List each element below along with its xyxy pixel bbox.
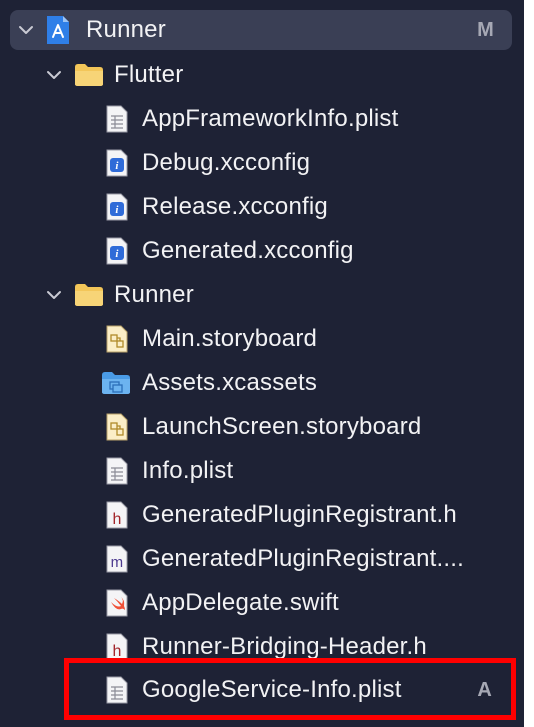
folder-icon <box>74 280 104 310</box>
file-row[interactable]: Assets.xcassets <box>0 363 524 403</box>
file-row[interactable]: AppDelegate.swift <box>0 583 524 623</box>
group-runner[interactable]: Runner <box>0 275 524 315</box>
folder-icon <box>74 60 104 90</box>
storyboard-file-icon <box>103 412 131 442</box>
xcconfig-file-icon: i <box>103 192 131 222</box>
storyboard-file-icon <box>103 324 131 354</box>
file-label: AppFrameworkInfo.plist <box>142 105 399 132</box>
file-label: Assets.xcassets <box>142 369 318 396</box>
header-file-icon: h <box>103 500 131 530</box>
project-root-label: Runner <box>86 16 166 43</box>
xcconfig-file-icon: i <box>103 148 131 178</box>
source-control-status-badge: M <box>477 18 494 41</box>
file-row[interactable]: AppFrameworkInfo.plist <box>0 99 524 139</box>
file-label: Runner-Bridging-Header.h <box>142 633 427 660</box>
group-flutter[interactable]: Flutter <box>0 55 524 95</box>
project-navigator: Runner M Flutter AppFrameworkInfo.plist … <box>0 0 534 727</box>
highlight-annotation <box>64 658 516 720</box>
plist-file-icon <box>103 456 131 486</box>
plist-file-icon <box>103 104 131 134</box>
file-row[interactable]: i Release.xcconfig <box>0 187 524 227</box>
chevron-down-icon[interactable] <box>44 285 64 305</box>
file-row[interactable]: Info.plist <box>0 451 524 491</box>
window-edge <box>524 0 534 727</box>
svg-text:h: h <box>112 511 121 528</box>
file-label: GeneratedPluginRegistrant.h <box>142 501 457 528</box>
file-row[interactable]: Main.storyboard <box>0 319 524 359</box>
project-root-runner[interactable]: Runner M <box>10 10 512 50</box>
file-label: Release.xcconfig <box>142 193 328 220</box>
file-label: LaunchScreen.storyboard <box>142 413 422 440</box>
file-label: Main.storyboard <box>142 325 318 352</box>
chevron-down-icon[interactable] <box>44 65 64 85</box>
file-label: Info.plist <box>142 457 234 484</box>
file-label: GeneratedPluginRegistrant.... <box>142 545 464 572</box>
asset-catalog-folder-icon <box>101 368 131 398</box>
xcode-project-icon <box>44 15 72 45</box>
group-runner-label: Runner <box>114 281 194 308</box>
file-row[interactable]: LaunchScreen.storyboard <box>0 407 524 447</box>
file-row[interactable]: i Debug.xcconfig <box>0 143 524 183</box>
file-label: Generated.xcconfig <box>142 237 354 264</box>
xcconfig-file-icon: i <box>103 236 131 266</box>
file-row[interactable]: h GeneratedPluginRegistrant.h <box>0 495 524 535</box>
file-row[interactable]: i Generated.xcconfig <box>0 231 524 271</box>
group-flutter-label: Flutter <box>114 61 184 88</box>
file-label: Debug.xcconfig <box>142 149 311 176</box>
objc-file-icon: m <box>103 544 131 574</box>
file-row[interactable]: m GeneratedPluginRegistrant.... <box>0 539 524 579</box>
file-label: AppDelegate.swift <box>142 589 339 616</box>
svg-text:m: m <box>111 554 124 571</box>
swift-file-icon <box>103 588 131 618</box>
chevron-down-icon[interactable] <box>16 20 36 40</box>
